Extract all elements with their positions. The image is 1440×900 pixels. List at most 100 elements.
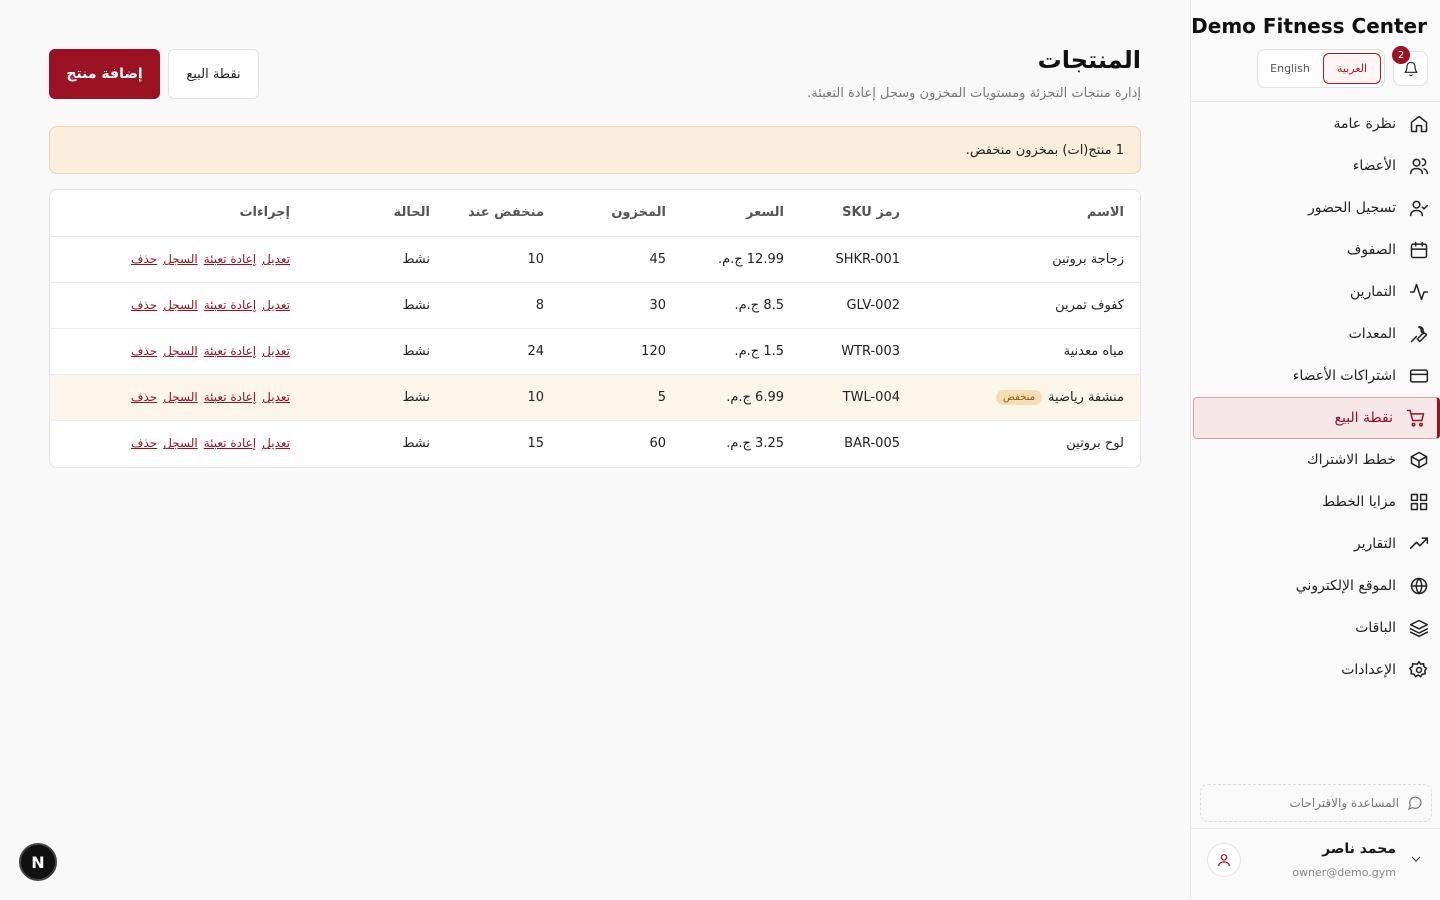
cell-low-at: 24 bbox=[527, 343, 544, 359]
user-check-icon bbox=[1408, 197, 1430, 219]
help-feedback-button[interactable]: المساعدة والاقتراحات bbox=[1200, 784, 1432, 822]
activity-icon bbox=[1408, 281, 1430, 303]
table-row: منشفة رياضية منخفض TWL-004 6.99 ج.م. 5 10 نشط ت… bbox=[50, 374, 1140, 420]
product-name: لوح بروتين bbox=[1066, 435, 1124, 451]
cart-icon bbox=[1405, 407, 1427, 429]
cell-name: منشفة رياضية منخفض bbox=[900, 374, 1140, 420]
sidebar-item-grid[interactable]: مزايا الخطط bbox=[1191, 481, 1440, 523]
delete-link[interactable]: حذف bbox=[131, 252, 157, 266]
table-row: زجاجة بروتين SHKR-001 12.99 ج.م. 45 10 نشط تعد… bbox=[50, 236, 1140, 282]
sidebar-item-label: نظرة عامة bbox=[1333, 116, 1396, 132]
cell-stock: 5 bbox=[657, 389, 666, 405]
table-row: مياه معدنية WTR-003 1.5 ج.م. 120 24 نشط تعديل إ… bbox=[50, 328, 1140, 374]
cell-actions: تعديل إعادة تعبئة السجل حذف bbox=[50, 420, 290, 466]
sidebar-item-credit-card[interactable]: اشتراكات الأعضاء bbox=[1191, 355, 1440, 397]
sidebar-item-globe[interactable]: الموقع الإلكتروني bbox=[1191, 565, 1440, 607]
edit-link[interactable]: تعديل bbox=[262, 344, 290, 358]
sidebar-item-gear[interactable]: الإعدادات bbox=[1191, 649, 1440, 691]
column-header-price: السعر bbox=[666, 190, 784, 237]
avatar[interactable] bbox=[1207, 843, 1241, 877]
cell-stock: 60 bbox=[649, 435, 666, 451]
help-label: المساعدة والاقتراحات bbox=[1289, 796, 1399, 810]
sidebar-item-users[interactable]: الأعضاء bbox=[1191, 145, 1440, 187]
cell-price: 3.25 ج.م. bbox=[726, 435, 784, 451]
page-title: المنتجات bbox=[1037, 46, 1141, 74]
product-name: مياه معدنية bbox=[1063, 343, 1124, 359]
log-link[interactable]: السجل bbox=[163, 298, 198, 312]
restock-link[interactable]: إعادة تعبئة bbox=[204, 436, 256, 450]
lang-ar-button[interactable]: العربية bbox=[1323, 53, 1381, 84]
sidebar-item-label: مزايا الخطط bbox=[1322, 494, 1396, 510]
column-header-name: الاسم bbox=[900, 190, 1140, 237]
sidebar-item-trending-up[interactable]: التقارير bbox=[1191, 523, 1440, 565]
user-menu[interactable]: محمد ناصر owner@demo.gym bbox=[1191, 828, 1440, 900]
restock-link[interactable]: إعادة تعبئة bbox=[204, 298, 256, 312]
gear-icon bbox=[1408, 659, 1430, 681]
sidebar-item-label: خطط الاشتراك bbox=[1307, 452, 1396, 468]
cell-price: 8.5 ج.م. bbox=[734, 297, 784, 313]
add-product-button[interactable]: إضافة منتج bbox=[49, 49, 160, 99]
sidebar-item-layers[interactable]: الباقات bbox=[1191, 607, 1440, 649]
product-name: منشفة رياضية bbox=[1048, 389, 1124, 405]
lang-en-button[interactable]: English bbox=[1261, 53, 1319, 84]
cell-name: زجاجة بروتين bbox=[900, 236, 1140, 282]
sidebar-item-package[interactable]: خطط الاشتراك bbox=[1191, 439, 1440, 481]
credit-card-icon bbox=[1408, 365, 1430, 387]
column-header-low-at: منخفض عند bbox=[430, 190, 544, 237]
cell-sku: BAR-005 bbox=[844, 435, 900, 451]
cell-low-at: 10 bbox=[527, 251, 544, 267]
edit-link[interactable]: تعديل bbox=[262, 252, 290, 266]
cell-name: مياه معدنية bbox=[900, 328, 1140, 374]
user-icon bbox=[1218, 854, 1230, 867]
cell-actions: تعديل إعادة تعبئة السجل حذف bbox=[50, 374, 290, 420]
log-link[interactable]: السجل bbox=[163, 252, 198, 266]
restock-link[interactable]: إعادة تعبئة bbox=[204, 390, 256, 404]
cell-sku: WTR-003 bbox=[841, 343, 900, 359]
column-header-stock: المخزون bbox=[544, 190, 666, 237]
sidebar: Demo Fitness Center 2 العربية English نظ… bbox=[1190, 0, 1440, 900]
delete-link[interactable]: حذف bbox=[131, 390, 157, 404]
cell-stock: 30 bbox=[649, 297, 666, 313]
sidebar-item-activity[interactable]: التمارين bbox=[1191, 271, 1440, 313]
notifications-button[interactable]: 2 bbox=[1392, 46, 1428, 86]
dev-tools-badge[interactable]: N bbox=[19, 843, 57, 881]
home-icon bbox=[1408, 113, 1430, 135]
grid-icon bbox=[1408, 491, 1430, 513]
sidebar-item-wrench[interactable]: المعدات bbox=[1191, 313, 1440, 355]
trending-up-icon bbox=[1408, 533, 1430, 555]
restock-link[interactable]: إعادة تعبئة bbox=[204, 344, 256, 358]
low-stock-alert-text: 1 منتج(ات) بمخزون منخفض. bbox=[965, 142, 1124, 158]
cell-actions: تعديل إعادة تعبئة السجل حذف bbox=[50, 328, 290, 374]
cell-price: 1.5 ج.م. bbox=[734, 343, 784, 359]
products-table: الاسم رمز SKU السعر المخزون منخفض عند ال… bbox=[49, 189, 1141, 468]
cell-low-at: 15 bbox=[527, 435, 544, 451]
sidebar-item-cart[interactable]: نقطة البيع bbox=[1193, 397, 1440, 439]
sidebar-item-label: اشتراكات الأعضاء bbox=[1292, 368, 1396, 384]
cell-status: نشط bbox=[402, 297, 430, 313]
notification-count-badge: 2 bbox=[1392, 46, 1410, 64]
pos-button[interactable]: نقطة البيع bbox=[168, 49, 259, 99]
page-subtitle: إدارة منتجات التجزئة ومستويات المخزون وس… bbox=[807, 86, 1141, 101]
edit-link[interactable]: تعديل bbox=[262, 436, 290, 450]
sidebar-item-user-check[interactable]: تسجيل الحضور bbox=[1191, 187, 1440, 229]
cell-low-at: 10 bbox=[527, 389, 544, 405]
log-link[interactable]: السجل bbox=[163, 344, 198, 358]
product-name: كفوف تمرين bbox=[1055, 297, 1124, 313]
restock-link[interactable]: إعادة تعبئة bbox=[204, 252, 256, 266]
sidebar-item-label: الباقات bbox=[1355, 620, 1396, 636]
log-link[interactable]: السجل bbox=[163, 390, 198, 404]
sidebar-item-calendar[interactable]: الصفوف bbox=[1191, 229, 1440, 271]
sidebar-item-label: الصفوف bbox=[1346, 242, 1396, 258]
delete-link[interactable]: حذف bbox=[131, 298, 157, 312]
edit-link[interactable]: تعديل bbox=[262, 390, 290, 404]
sidebar-item-label: التقارير bbox=[1353, 536, 1396, 552]
delete-link[interactable]: حذف bbox=[131, 344, 157, 358]
sidebar-item-label: نقطة البيع bbox=[1334, 410, 1393, 426]
delete-link[interactable]: حذف bbox=[131, 436, 157, 450]
chevron-down-icon[interactable] bbox=[1408, 851, 1424, 867]
user-name: محمد ناصر bbox=[1322, 841, 1396, 857]
edit-link[interactable]: تعديل bbox=[262, 298, 290, 312]
log-link[interactable]: السجل bbox=[163, 436, 198, 450]
calendar-icon bbox=[1408, 239, 1430, 261]
sidebar-item-home[interactable]: نظرة عامة bbox=[1191, 103, 1440, 145]
